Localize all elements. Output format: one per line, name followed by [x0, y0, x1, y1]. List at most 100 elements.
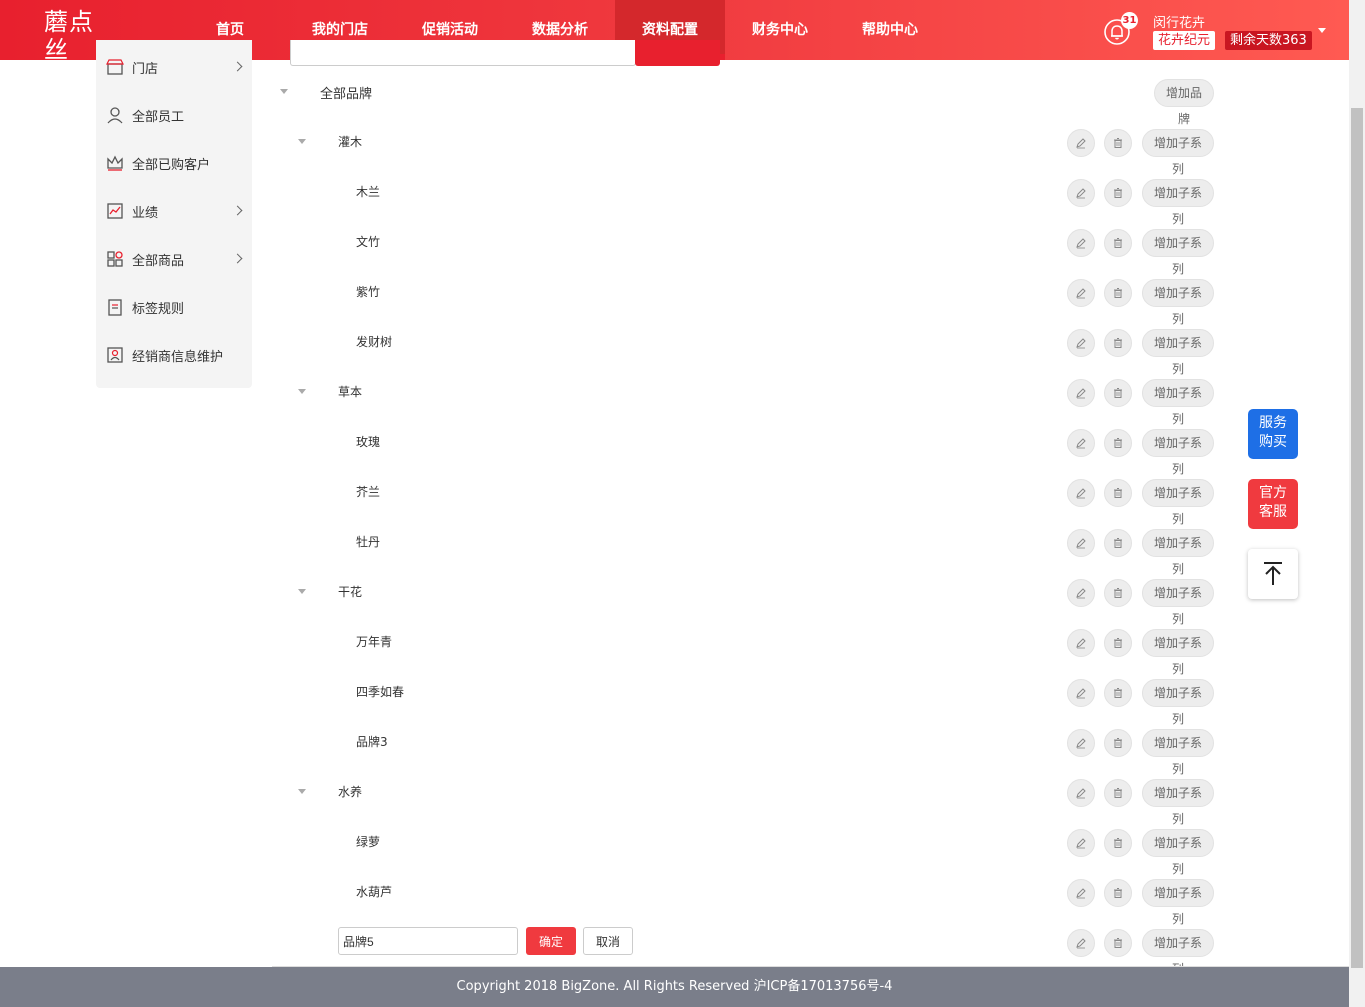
expand-caret-icon[interactable] — [280, 89, 288, 94]
add-child-button[interactable]: 增加子系列 — [1142, 579, 1214, 626]
delete-button[interactable] — [1104, 779, 1132, 807]
trash-icon — [1114, 888, 1122, 898]
tree-row: 绿萝 增加子系列 — [272, 817, 1222, 876]
add-child-button[interactable]: 增加子系列 — [1142, 329, 1214, 376]
delete-button[interactable] — [1104, 379, 1132, 407]
service-buy-button[interactable]: 服务 购买 — [1248, 409, 1298, 459]
edit-icon — [1076, 838, 1086, 849]
expand-caret-icon[interactable] — [298, 389, 306, 394]
sidebar-item-label: 标签规则 — [132, 301, 185, 317]
chevron-right-icon[interactable] — [232, 205, 243, 216]
add-child-button[interactable]: 增加子系列 — [1142, 279, 1214, 326]
edit-button[interactable] — [1067, 879, 1095, 907]
sidebar-item-5[interactable]: 标签规则 — [96, 292, 252, 322]
delete-button[interactable] — [1104, 429, 1132, 457]
add-child-button[interactable]: 增加子系列 — [1142, 129, 1214, 176]
trash-icon — [1114, 338, 1122, 348]
sidebar-item-6[interactable]: 经销商信息维护 — [96, 340, 252, 370]
trash-icon — [1114, 238, 1122, 248]
nav-item-5[interactable]: 财务中心 — [725, 0, 835, 60]
sidebar-item-4[interactable]: 全部商品 — [96, 244, 252, 274]
sidebar-item-2[interactable]: 全部已购客户 — [96, 148, 252, 178]
edit-button[interactable] — [1067, 179, 1095, 207]
edit-button[interactable] — [1067, 779, 1095, 807]
sidebar-item-1[interactable]: 全部员工 — [96, 100, 252, 130]
edit-button[interactable] — [1067, 629, 1095, 657]
edit-button[interactable] — [1067, 529, 1095, 557]
add-child-button[interactable]: 增加子系列 — [1142, 479, 1214, 526]
store-icon — [106, 59, 124, 75]
trash-icon — [1114, 188, 1122, 198]
add-child-button[interactable]: 增加子系列 — [1142, 929, 1214, 976]
tree-row: 牡丹 增加子系列 — [272, 517, 1222, 576]
sidebar-item-label: 经销商信息维护 — [132, 349, 224, 365]
delete-button[interactable] — [1104, 729, 1132, 757]
add-child-button[interactable]: 增加子系列 — [1142, 379, 1214, 426]
add-child-button[interactable]: 增加子系列 — [1142, 529, 1214, 576]
edit-button[interactable] — [1067, 479, 1095, 507]
edit-button[interactable] — [1067, 429, 1095, 457]
delete-button[interactable] — [1104, 179, 1132, 207]
add-child-button[interactable]: 增加子系列 — [1142, 629, 1214, 676]
sidebar-item-3[interactable]: 业绩 — [96, 196, 252, 226]
delete-button[interactable] — [1104, 929, 1132, 957]
nav-item-6[interactable]: 帮助中心 — [835, 0, 945, 60]
series-label: 发财树 — [356, 335, 393, 349]
delete-button[interactable] — [1104, 479, 1132, 507]
edit-button[interactable] — [1067, 829, 1095, 857]
footer: Copyright 2018 BigZone. All Rights Reser… — [0, 967, 1349, 1007]
delete-button[interactable] — [1104, 879, 1132, 907]
tree-row: 水养 增加子系列 — [272, 767, 1222, 826]
add-child-button[interactable]: 增加子系列 — [1142, 429, 1214, 476]
edit-icon — [1076, 138, 1086, 149]
trash-icon — [1114, 288, 1122, 298]
official-support-button[interactable]: 官方 客服 — [1248, 479, 1298, 529]
add-child-button[interactable]: 增加子系列 — [1142, 829, 1214, 876]
edit-button[interactable] — [1067, 129, 1095, 157]
edit-button[interactable] — [1067, 929, 1095, 957]
back-to-top-button[interactable] — [1248, 549, 1298, 599]
delete-button[interactable] — [1104, 679, 1132, 707]
delete-button[interactable] — [1104, 629, 1132, 657]
expand-caret-icon[interactable] — [298, 789, 306, 794]
user-name[interactable]: 闵行花卉 — [1153, 12, 1205, 31]
trash-icon — [1114, 538, 1122, 548]
series-label: 万年青 — [356, 635, 393, 649]
chevron-right-icon[interactable] — [232, 61, 243, 72]
series-label: 绿萝 — [356, 835, 381, 849]
search-input[interactable] — [290, 40, 636, 66]
delete-button[interactable] — [1104, 579, 1132, 607]
edit-button[interactable] — [1067, 679, 1095, 707]
add-child-button[interactable]: 增加子系列 — [1142, 229, 1214, 276]
add-child-button[interactable]: 增加子系列 — [1142, 679, 1214, 726]
edit-button[interactable] — [1067, 379, 1095, 407]
edit-button[interactable] — [1067, 329, 1095, 357]
scrollbar-thumb[interactable] — [1351, 108, 1363, 968]
edit-button[interactable] — [1067, 229, 1095, 257]
expand-caret-icon[interactable] — [298, 139, 306, 144]
add-brand-button[interactable]: 增加品牌 — [1154, 79, 1214, 126]
search-button[interactable] — [635, 40, 720, 66]
trash-icon — [1114, 388, 1122, 398]
delete-button[interactable] — [1104, 129, 1132, 157]
add-child-button[interactable]: 增加子系列 — [1142, 879, 1214, 926]
delete-button[interactable] — [1104, 829, 1132, 857]
delete-button[interactable] — [1104, 279, 1132, 307]
delete-button[interactable] — [1104, 229, 1132, 257]
sidebar-item-0[interactable]: 门店 — [96, 52, 252, 82]
tree-row: 万年青 增加子系列 — [272, 617, 1222, 676]
user-menu-caret-icon[interactable] — [1318, 28, 1326, 33]
chevron-right-icon[interactable] — [232, 253, 243, 264]
edit-button[interactable] — [1067, 579, 1095, 607]
expand-caret-icon[interactable] — [298, 589, 306, 594]
edit-button[interactable] — [1067, 279, 1095, 307]
profile-card-icon — [107, 347, 123, 363]
add-child-button[interactable]: 增加子系列 — [1142, 729, 1214, 776]
delete-button[interactable] — [1104, 329, 1132, 357]
edit-button[interactable] — [1067, 729, 1095, 757]
delete-button[interactable] — [1104, 529, 1132, 557]
tree-row: 四季如春 增加子系列 — [272, 667, 1222, 726]
add-child-button[interactable]: 增加子系列 — [1142, 179, 1214, 226]
add-child-button[interactable]: 增加子系列 — [1142, 779, 1214, 826]
edit-icon — [1076, 238, 1086, 249]
